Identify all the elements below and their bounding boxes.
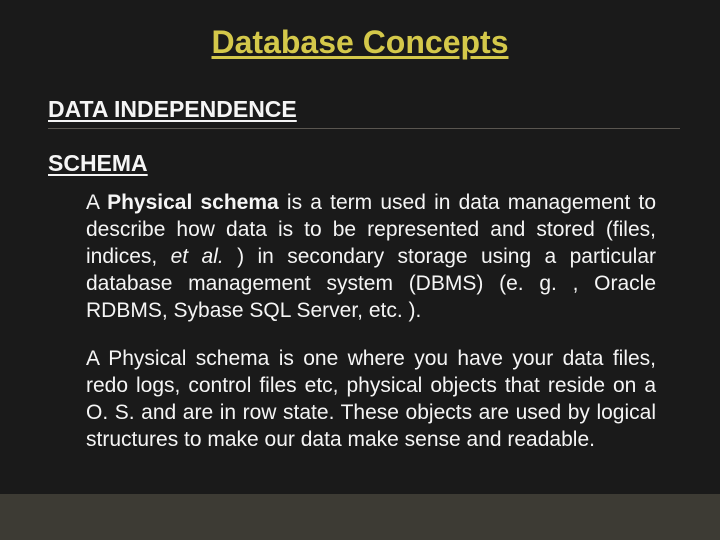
paragraph-2: A Physical schema is one where you have … — [86, 346, 656, 454]
slide-title: Database Concepts — [0, 24, 720, 61]
p1-italic: et al. — [171, 245, 224, 268]
subheading-data-independence: DATA INDEPENDENCE — [48, 96, 297, 123]
p1-bold-term: Physical schema — [107, 191, 279, 214]
paragraph-1: A Physical schema is a term used in data… — [86, 190, 656, 324]
horizontal-rule — [48, 128, 680, 129]
body-text: A Physical schema is a term used in data… — [86, 190, 656, 454]
slide: Database Concepts DATA INDEPENDENCE SCHE… — [0, 0, 720, 540]
p1-lead-a: A — [86, 191, 107, 214]
subheading-schema: SCHEMA — [48, 150, 148, 177]
footer-bar — [0, 494, 720, 540]
